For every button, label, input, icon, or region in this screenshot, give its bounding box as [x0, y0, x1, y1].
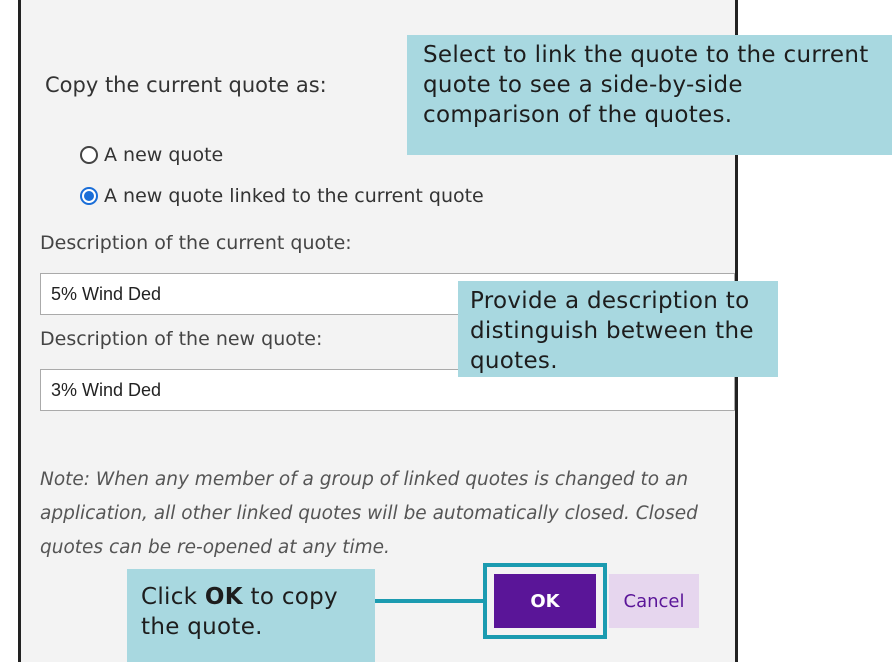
linked-quotes-note: Note: When any member of a group of link…	[40, 469, 698, 558]
option-linked-quote-label: A new quote linked to the current quote	[104, 185, 484, 207]
dialog-heading: Copy the current quote as:	[45, 73, 327, 97]
callout-description: Provide a description to distinguish bet…	[458, 281, 778, 377]
callout-ok: Click OK to copy the quote.	[127, 569, 375, 662]
new-description-label: Description of the new quote:	[40, 328, 323, 350]
callout-link-quote: Select to link the quote to the current …	[407, 35, 892, 155]
callout-ok-prefix: Click	[141, 584, 205, 610]
option-new-quote-label: A new quote	[104, 144, 224, 166]
radio-linked-quote[interactable]	[80, 187, 98, 205]
radio-new-quote[interactable]	[80, 146, 98, 164]
option-linked-quote[interactable]: A new quote linked to the current quote	[80, 185, 484, 207]
current-description-label: Description of the current quote:	[40, 232, 352, 254]
cancel-button[interactable]: Cancel	[609, 574, 699, 628]
callout-ok-bold: OK	[204, 584, 243, 610]
ok-button[interactable]: OK	[494, 574, 596, 628]
callout-connector-line	[375, 599, 483, 603]
option-new-quote[interactable]: A new quote	[80, 144, 223, 166]
